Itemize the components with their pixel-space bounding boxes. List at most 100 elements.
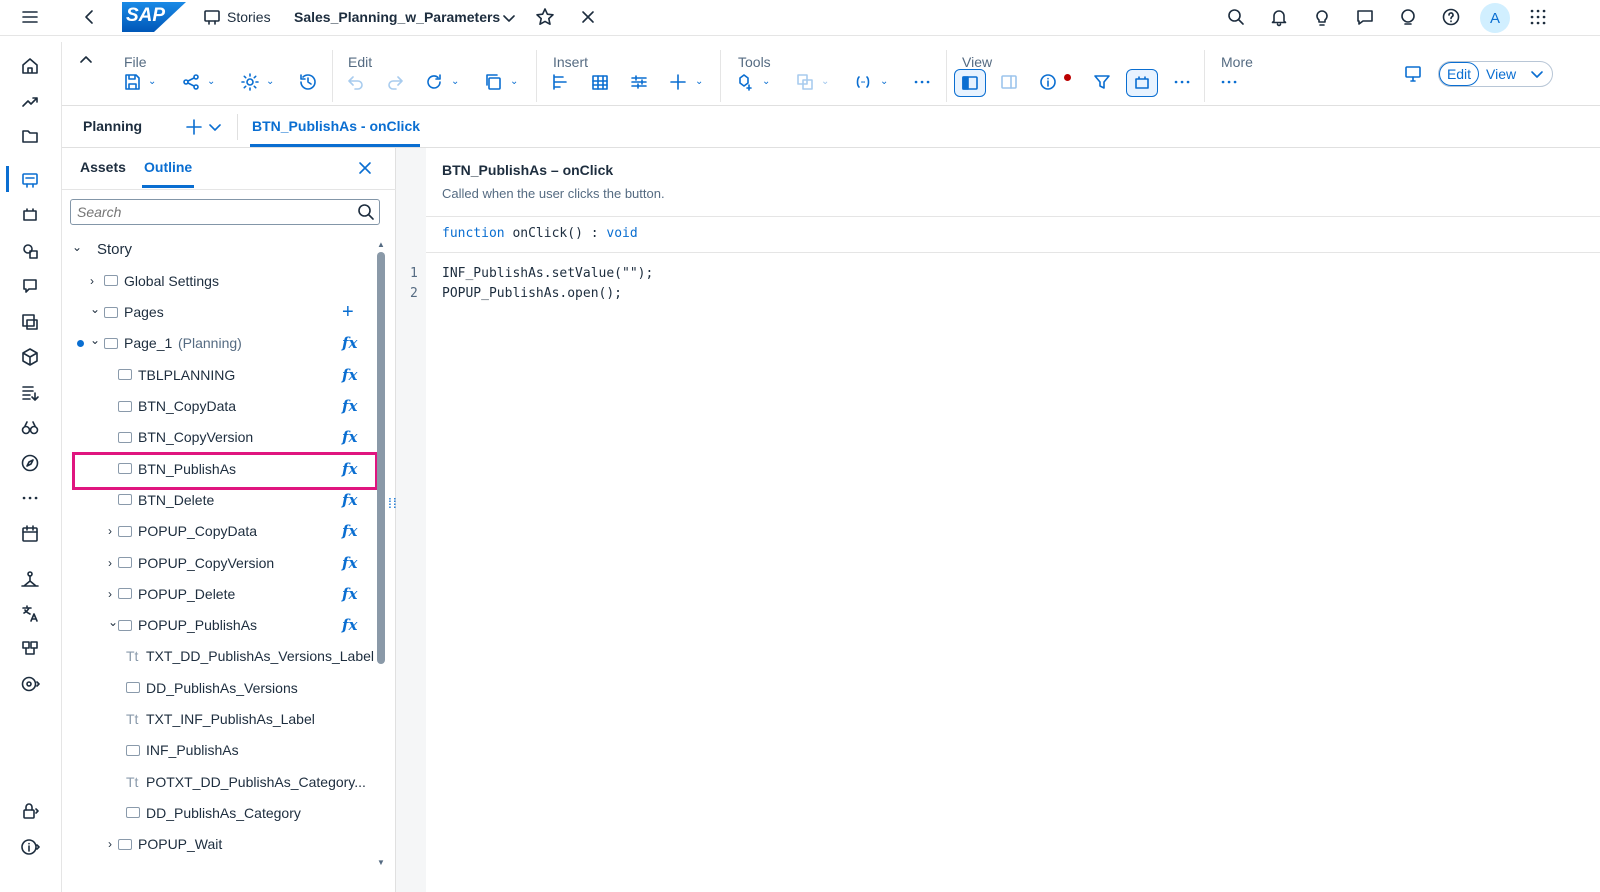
security-icon[interactable]: [18, 799, 42, 823]
more-icon[interactable]: [1217, 70, 1241, 94]
explorer-icon[interactable]: [18, 416, 42, 440]
story-title[interactable]: Sales_Planning_w_Parameters: [294, 9, 500, 25]
close-panel-icon[interactable]: [353, 156, 377, 180]
redo-icon[interactable]: [383, 70, 407, 94]
close-story-icon[interactable]: [576, 5, 600, 29]
view-mode-button[interactable]: View: [1486, 66, 1516, 82]
tree-item[interactable]: DD_PublishAs_Category: [62, 797, 372, 828]
copy-dropdown-icon[interactable]: ⌄: [510, 76, 518, 87]
translation-icon[interactable]: [18, 602, 42, 626]
tree-item[interactable]: ⌄ Pages +: [62, 297, 372, 328]
tab-script-editor[interactable]: BTN_PublishAs - onClick: [252, 118, 420, 134]
mode-dropdown-icon[interactable]: [1525, 62, 1549, 86]
add-page-icon[interactable]: +: [342, 301, 354, 324]
expand-chevron-icon[interactable]: ›: [108, 556, 112, 570]
collapse-chevron-icon[interactable]: ⌄: [72, 240, 82, 254]
add-icon[interactable]: [666, 70, 690, 94]
code-line[interactable]: POPUP_PublishAs.open();: [442, 286, 622, 301]
script-fx-icon[interactable]: fx: [342, 522, 357, 540]
info-nav-icon[interactable]: [18, 835, 42, 859]
search-field[interactable]: [70, 199, 380, 225]
title-dropdown-icon[interactable]: [497, 6, 521, 30]
tree-item[interactable]: DD_PublishAs_Versions: [62, 672, 372, 703]
app-launcher-icon[interactable]: [1526, 5, 1550, 29]
filter-icon[interactable]: [1090, 70, 1114, 94]
left-panel-toggle[interactable]: [954, 69, 986, 97]
save-dropdown-icon[interactable]: ⌄: [148, 76, 156, 87]
script-fx-icon[interactable]: fx: [342, 585, 357, 603]
script-dropdown-icon[interactable]: ⌄: [880, 76, 888, 87]
more-tools-icon[interactable]: [910, 70, 934, 94]
breadcrumb-stories[interactable]: Stories: [227, 9, 271, 25]
tree-item[interactable]: Tt TXT_DD_PublishAs_Versions_Label: [62, 641, 374, 672]
collapse-toolbar-icon[interactable]: [74, 48, 98, 72]
notifications-icon[interactable]: [1267, 5, 1291, 29]
script-fx-icon[interactable]: fx: [342, 334, 357, 352]
tree-item[interactable]: › Global Settings: [62, 265, 372, 296]
tree-item[interactable]: TBLPLANNING fx: [62, 359, 372, 390]
compass-icon[interactable]: [18, 451, 42, 475]
scroll-down-icon[interactable]: ▼: [377, 858, 385, 867]
calendar-icon[interactable]: [18, 522, 42, 546]
script-variable-icon[interactable]: [851, 70, 875, 94]
stories-nav-icon[interactable]: [18, 168, 42, 192]
tree-item[interactable]: › POPUP_CopyVersion fx: [62, 547, 372, 578]
info-icon[interactable]: [1036, 70, 1060, 94]
code-line[interactable]: INF_PublishAs.setValue("");: [442, 266, 653, 281]
save-icon[interactable]: [120, 70, 144, 94]
chart-icon[interactable]: [548, 70, 572, 94]
back-icon[interactable]: [78, 5, 102, 29]
search-icon[interactable]: [1224, 5, 1248, 29]
outline-toggle[interactable]: [1126, 69, 1158, 97]
analytic-app-icon[interactable]: [18, 203, 42, 227]
settings-gear-icon[interactable]: [238, 70, 262, 94]
search-field-icon[interactable]: [354, 200, 378, 224]
script-fx-icon[interactable]: fx: [342, 366, 357, 384]
device-preview-icon[interactable]: [1401, 62, 1425, 86]
expand-chevron-icon[interactable]: ›: [108, 524, 112, 538]
script-fx-icon[interactable]: fx: [342, 491, 357, 509]
tab-assets[interactable]: Assets: [80, 159, 126, 175]
tree-item[interactable]: BTN_CopyVersion fx: [62, 422, 372, 453]
scrollbar-thumb[interactable]: [377, 252, 385, 664]
settings-dropdown-icon[interactable]: ⌄: [266, 76, 274, 87]
collapse-chevron-icon[interactable]: ⌄: [108, 615, 118, 629]
input-control-icon[interactable]: [627, 70, 651, 94]
tree-item[interactable]: ⌄ Page_1 (Planning) fx: [62, 328, 372, 359]
search-input[interactable]: [77, 203, 347, 221]
page-dropdown-icon[interactable]: [203, 115, 227, 139]
add-dropdown-icon[interactable]: ⌄: [695, 76, 703, 87]
menu-icon[interactable]: [18, 5, 42, 29]
ideas-icon[interactable]: [1310, 5, 1334, 29]
model-cube-icon[interactable]: [18, 345, 42, 369]
share-icon[interactable]: [179, 70, 203, 94]
expand-chevron-icon[interactable]: ›: [108, 837, 112, 851]
version-dropdown-icon[interactable]: ⌄: [762, 76, 770, 87]
tree-item[interactable]: › POPUP_CopyData fx: [62, 516, 372, 547]
content-network-icon[interactable]: [18, 637, 42, 661]
refresh-dropdown-icon[interactable]: ⌄: [451, 76, 459, 87]
digital-boardroom-icon[interactable]: [18, 239, 42, 263]
scroll-up-icon[interactable]: ▲: [377, 240, 385, 249]
tree-item[interactable]: BTN_Delete fx: [62, 484, 372, 515]
tree-item[interactable]: ⌄ Story: [62, 234, 372, 265]
data-actions-icon[interactable]: [18, 381, 42, 405]
script-fx-icon[interactable]: fx: [342, 428, 357, 446]
data-action-dropdown-icon[interactable]: ⌄: [821, 76, 829, 87]
expand-chevron-icon[interactable]: ›: [90, 274, 94, 288]
collapse-chevron-icon[interactable]: ⌄: [90, 302, 100, 316]
script-fx-icon[interactable]: fx: [342, 460, 357, 478]
more-nav-icon[interactable]: [18, 486, 42, 510]
expand-chevron-icon[interactable]: ›: [108, 587, 112, 601]
system-settings-icon[interactable]: [18, 672, 42, 696]
help-icon[interactable]: [1439, 5, 1463, 29]
tree-item[interactable]: Tt POTXT_DD_PublishAs_Category...: [62, 766, 372, 797]
table-icon[interactable]: [588, 70, 612, 94]
undo-icon[interactable]: [344, 70, 368, 94]
trend-icon[interactable]: [18, 89, 42, 113]
tree-item[interactable]: › POPUP_Delete fx: [62, 578, 372, 609]
datasets-icon[interactable]: [18, 310, 42, 334]
tree-item[interactable]: › POPUP_Wait: [62, 829, 372, 860]
share-dropdown-icon[interactable]: ⌄: [207, 76, 215, 87]
right-panel-icon[interactable]: [997, 70, 1021, 94]
